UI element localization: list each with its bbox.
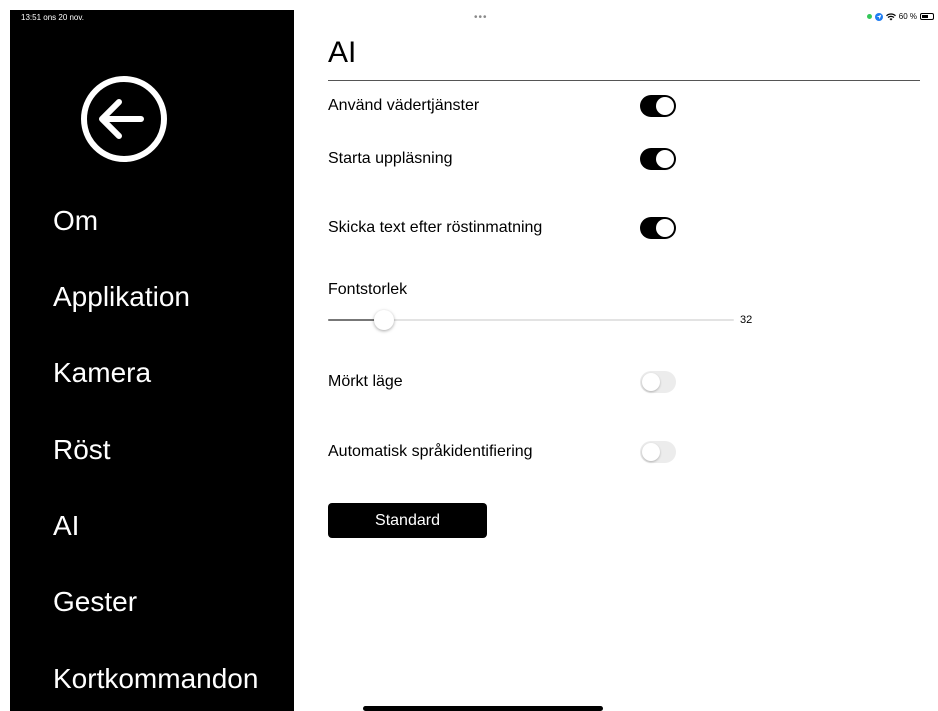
arrow-left-circle-icon bbox=[81, 76, 167, 162]
sidebar-item-gester[interactable]: Gester bbox=[53, 586, 137, 618]
back-button[interactable] bbox=[79, 74, 169, 164]
auto-language-label: Automatisk språkidentifiering bbox=[328, 443, 533, 460]
sidebar-item-applikation[interactable]: Applikation bbox=[53, 281, 190, 313]
sidebar-item-kamera[interactable]: Kamera bbox=[53, 357, 151, 389]
send-text-toggle[interactable] bbox=[640, 217, 676, 239]
auto-language-toggle[interactable] bbox=[640, 441, 676, 463]
status-time: 13:51 ons 20 nov. bbox=[21, 13, 85, 22]
readout-label: Starta uppläsning bbox=[328, 150, 453, 167]
sidebar-item-rost[interactable]: Röst bbox=[53, 434, 111, 466]
sidebar-item-kortkommandon[interactable]: Kortkommandon bbox=[53, 663, 258, 695]
weather-services-toggle[interactable] bbox=[640, 95, 676, 117]
weather-services-label: Använd vädertjänster bbox=[328, 97, 480, 114]
battery-icon bbox=[920, 13, 934, 20]
font-size-slider[interactable] bbox=[328, 310, 734, 330]
sidebar: Om Applikation Kamera Röst AI Gester Kor… bbox=[10, 10, 294, 711]
send-text-label: Skicka text efter röstinmatning bbox=[328, 219, 543, 236]
dark-mode-toggle[interactable] bbox=[640, 371, 676, 393]
font-size-label: Fontstorlek bbox=[328, 281, 408, 298]
settings-panel: AI Använd vädertjänster Starta uppläsnin… bbox=[328, 0, 920, 711]
slider-thumb[interactable] bbox=[374, 310, 395, 330]
page-title: AI bbox=[328, 36, 357, 69]
sidebar-item-om[interactable]: Om bbox=[53, 205, 98, 237]
dark-mode-label: Mörkt läge bbox=[328, 373, 403, 390]
standard-button[interactable]: Standard bbox=[328, 503, 487, 538]
sidebar-item-ai[interactable]: AI bbox=[53, 510, 79, 542]
font-size-value: 32 bbox=[740, 314, 753, 326]
title-divider bbox=[328, 80, 920, 81]
home-indicator[interactable] bbox=[363, 706, 603, 711]
readout-toggle[interactable] bbox=[640, 148, 676, 170]
